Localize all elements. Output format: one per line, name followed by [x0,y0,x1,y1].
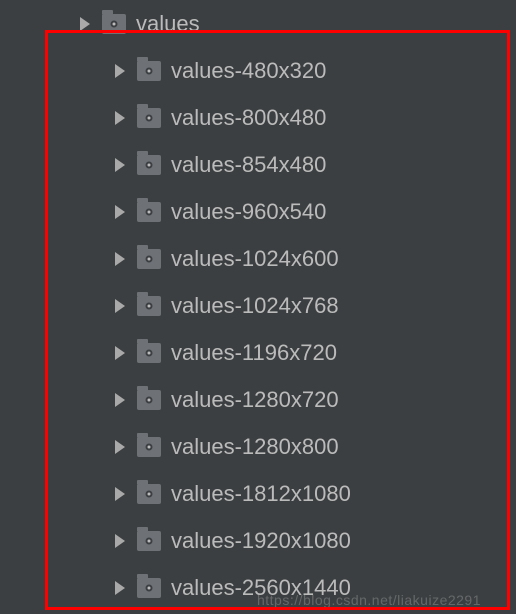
tree-item-label: values-1812x1080 [171,481,351,507]
folder-icon [137,249,161,269]
folder-icon [137,61,161,81]
folder-icon [137,296,161,316]
expand-arrow-icon[interactable] [115,64,125,78]
expand-arrow-icon[interactable] [115,346,125,360]
expand-arrow-icon[interactable] [115,111,125,125]
tree-item[interactable]: values-1196x720 [0,329,516,376]
expand-arrow-icon[interactable] [115,581,125,595]
folder-icon [137,343,161,363]
tree-item-label: values-1196x720 [171,340,337,366]
tree-item[interactable]: values-1024x768 [0,282,516,329]
folder-icon [137,531,161,551]
folder-icon [137,108,161,128]
tree-item[interactable]: values-1280x800 [0,423,516,470]
folder-icon [102,14,126,34]
folder-icon [137,484,161,504]
expand-arrow-icon[interactable] [115,252,125,266]
tree-item[interactable]: values-1812x1080 [0,470,516,517]
folder-icon [137,390,161,410]
tree-item-label: values-1280x800 [171,434,339,460]
tree-item-values[interactable]: values [0,0,516,47]
tree-item-label: values-800x480 [171,105,326,131]
tree-item[interactable]: values-960x540 [0,188,516,235]
tree-item[interactable]: values-480x320 [0,47,516,94]
tree-item[interactable]: values-854x480 [0,141,516,188]
expand-arrow-icon[interactable] [115,534,125,548]
expand-arrow-icon[interactable] [115,487,125,501]
expand-arrow-icon[interactable] [115,440,125,454]
tree-item-label: values-960x540 [171,199,326,225]
tree-item-label: values [136,11,200,37]
tree-item[interactable]: values-1920x1080 [0,517,516,564]
tree-item-label: values-1280x720 [171,387,339,413]
tree-item[interactable]: values-1280x720 [0,376,516,423]
expand-arrow-icon[interactable] [115,158,125,172]
watermark-text: https://blog.csdn.net/liakuize2291 [257,592,481,608]
expand-arrow-icon[interactable] [115,205,125,219]
folder-icon [137,578,161,598]
folder-icon [137,437,161,457]
expand-arrow-icon[interactable] [80,17,90,31]
tree-item[interactable]: values-800x480 [0,94,516,141]
expand-arrow-icon[interactable] [115,299,125,313]
tree-item-label: values-1920x1080 [171,528,351,554]
project-tree: values values-480x320 values-800x480 value… [0,0,516,611]
folder-icon [137,155,161,175]
tree-item-label: values-854x480 [171,152,326,178]
tree-item-label: values-1024x600 [171,246,339,272]
tree-item-label: values-1024x768 [171,293,339,319]
folder-icon [137,202,161,222]
tree-item-label: values-480x320 [171,58,326,84]
tree-item[interactable]: values-1024x600 [0,235,516,282]
expand-arrow-icon[interactable] [115,393,125,407]
